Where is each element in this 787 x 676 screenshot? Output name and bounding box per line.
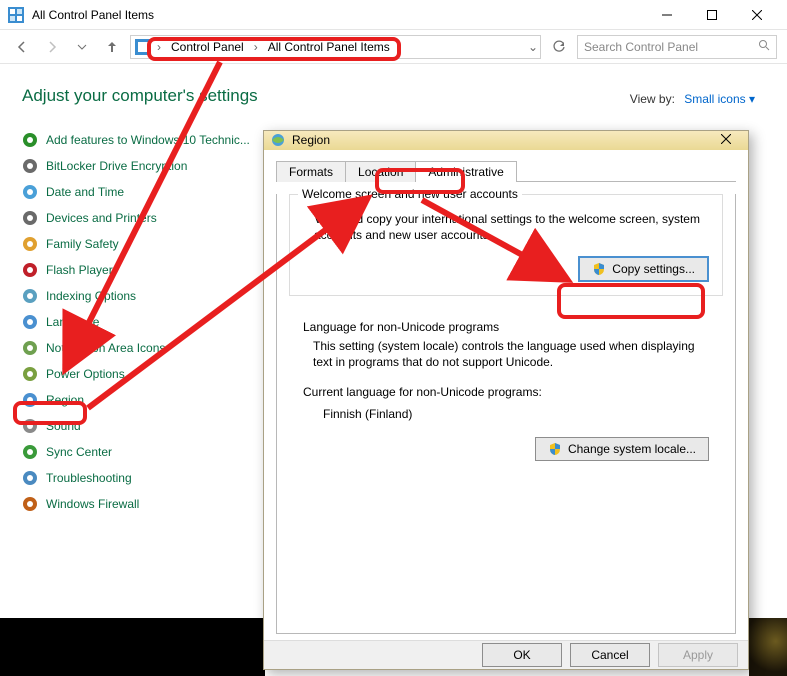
tab-content: Welcome screen and new user accounts Vie…: [276, 194, 736, 634]
cancel-button[interactable]: Cancel: [570, 643, 650, 667]
window-titlebar: All Control Panel Items: [0, 0, 787, 30]
locale-group: Language for non-Unicode programs This s…: [289, 308, 723, 475]
window-title: All Control Panel Items: [32, 8, 644, 22]
item-label: Power Options: [46, 367, 125, 381]
item-label: Region: [46, 393, 84, 407]
item-icon: [22, 288, 38, 304]
decorative-footer: [0, 618, 265, 676]
minimize-button[interactable]: [644, 0, 689, 29]
current-locale-value: Finnish (Finland): [323, 406, 709, 422]
nav-history-dropdown[interactable]: [70, 35, 94, 59]
group-text: This setting (system locale) controls th…: [313, 338, 709, 370]
item-label: Date and Time: [46, 185, 124, 199]
search-input[interactable]: Search Control Panel: [577, 35, 777, 59]
item-icon: [22, 132, 38, 148]
item-icon: [22, 418, 38, 434]
region-icon: [270, 132, 286, 148]
item-icon: [22, 366, 38, 382]
apply-button[interactable]: Apply: [658, 643, 738, 667]
nav-forward-button[interactable]: [40, 35, 64, 59]
group-legend: Welcome screen and new user accounts: [298, 187, 522, 201]
view-by-dropdown[interactable]: Small icons ▾: [684, 92, 755, 106]
breadcrumb-sep-icon: ›: [252, 40, 260, 54]
group-text: View and copy your international setting…: [314, 211, 708, 243]
close-button[interactable]: [734, 0, 779, 29]
item-icon: [22, 496, 38, 512]
dialog-title: Region: [292, 133, 710, 147]
dialog-titlebar[interactable]: Region: [264, 131, 748, 150]
item-label: Troubleshooting: [46, 471, 132, 485]
control-panel-icon: [8, 7, 24, 23]
item-label: BitLocker Drive Encryption: [46, 159, 187, 173]
tab-formats[interactable]: Formats: [276, 161, 346, 182]
region-dialog: Region Formats Location Administrative W…: [263, 130, 749, 670]
search-icon: [758, 39, 770, 54]
refresh-button[interactable]: [547, 35, 571, 59]
dialog-footer: OK Cancel Apply: [264, 640, 748, 669]
address-dropdown-icon[interactable]: ⌄: [528, 40, 538, 54]
item-icon: [22, 392, 38, 408]
breadcrumb-item[interactable]: Control Panel: [167, 38, 248, 56]
item-icon: [22, 210, 38, 226]
nav-back-button[interactable]: [10, 35, 34, 59]
search-placeholder: Search Control Panel: [584, 40, 698, 54]
shield-icon: [548, 442, 562, 456]
dialog-close-button[interactable]: [710, 133, 742, 147]
view-by: View by: Small icons ▾: [630, 92, 755, 106]
item-label: Family Safety: [46, 237, 119, 251]
item-icon: [22, 262, 38, 278]
item-label: Notification Area Icons: [46, 341, 165, 355]
item-icon: [22, 184, 38, 200]
breadcrumb-sep-icon: ›: [155, 40, 163, 54]
item-icon: [22, 236, 38, 252]
item-label: Flash Player: [46, 263, 113, 277]
welcome-group: Welcome screen and new user accounts Vie…: [289, 194, 723, 296]
maximize-button[interactable]: [689, 0, 734, 29]
nav-up-button[interactable]: [100, 35, 124, 59]
tab-administrative[interactable]: Administrative: [415, 161, 516, 182]
address-bar[interactable]: › Control Panel › All Control Panel Item…: [130, 35, 541, 59]
item-icon: [22, 314, 38, 330]
item-icon: [22, 340, 38, 356]
item-label: Indexing Options: [46, 289, 136, 303]
navigation-bar: › Control Panel › All Control Panel Item…: [0, 30, 787, 64]
ok-button[interactable]: OK: [482, 643, 562, 667]
decorative-footer: [749, 618, 787, 676]
item-icon: [22, 158, 38, 174]
item-label: Language: [46, 315, 99, 329]
copy-settings-button[interactable]: Copy settings...: [579, 257, 708, 281]
tab-location[interactable]: Location: [345, 161, 416, 182]
breadcrumb-item[interactable]: All Control Panel Items: [264, 38, 394, 56]
dialog-tabs: Formats Location Administrative: [276, 160, 736, 182]
cp-folder-icon: [135, 39, 151, 55]
change-locale-button[interactable]: Change system locale...: [535, 437, 709, 461]
item-label: Sound: [46, 419, 81, 433]
item-label: Windows Firewall: [46, 497, 139, 511]
item-label: Add features to Windows 10 Technic...: [46, 133, 250, 147]
item-label: Sync Center: [46, 445, 112, 459]
shield-icon: [592, 262, 606, 276]
item-icon: [22, 444, 38, 460]
item-label: Devices and Printers: [46, 211, 157, 225]
current-locale-label: Current language for non-Unicode program…: [303, 384, 709, 400]
item-icon: [22, 470, 38, 486]
group-legend: Language for non-Unicode programs: [303, 320, 499, 334]
